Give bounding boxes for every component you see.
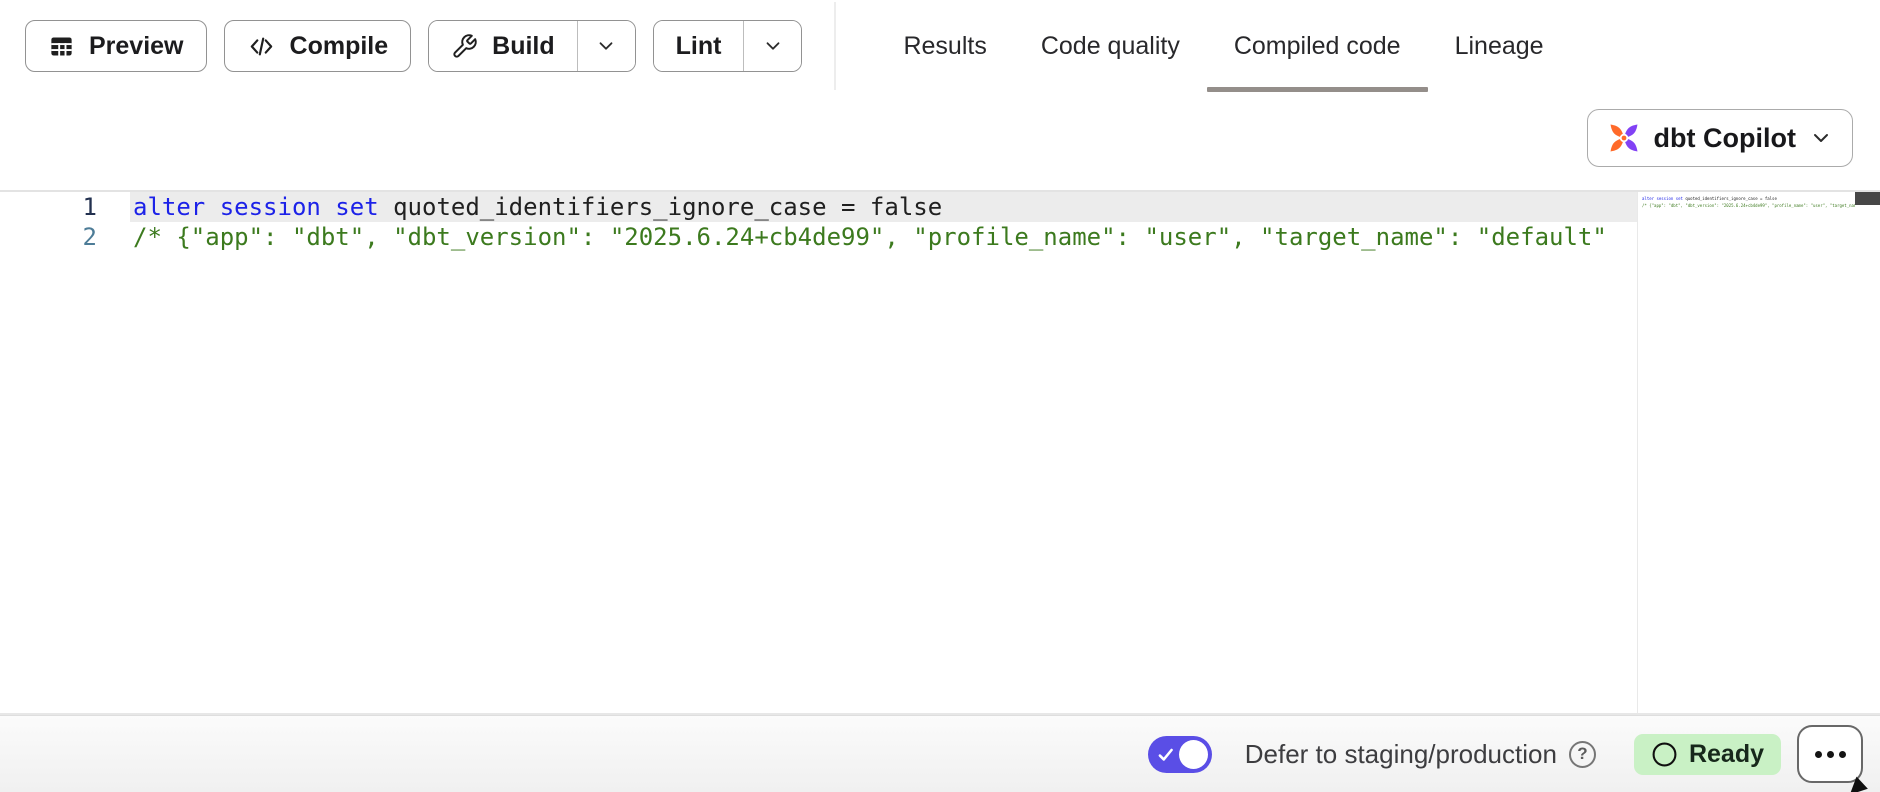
action-buttons: Preview Compile — [25, 20, 802, 72]
tab-lineage[interactable]: Lineage — [1428, 0, 1571, 92]
dbt-copilot-label: dbt Copilot — [1654, 123, 1796, 154]
preview-button-label: Preview — [89, 32, 184, 61]
lint-split-button: Lint — [653, 20, 803, 72]
lint-button-label: Lint — [676, 32, 722, 61]
scrollbar-track[interactable] — [1855, 192, 1880, 713]
tab-code-quality[interactable]: Code quality — [1014, 0, 1207, 92]
code-line[interactable]: 2/* {"app": "dbt", "dbt_version": "2025.… — [0, 222, 1637, 252]
defer-label: Defer to staging/production — [1245, 739, 1557, 770]
code-editor: 1alter session set quoted_identifiers_ig… — [0, 190, 1880, 715]
toggle-knob — [1179, 740, 1208, 769]
compile-button[interactable]: Compile — [224, 20, 412, 72]
defer-toggle[interactable] — [1148, 736, 1212, 773]
dbt-logo-icon — [1607, 121, 1641, 155]
build-split-button: Build — [428, 20, 636, 72]
build-dropdown-button[interactable] — [577, 21, 635, 71]
toolbar-divider — [834, 2, 836, 90]
more-options-button[interactable] — [1797, 725, 1863, 783]
line-number: 2 — [0, 222, 130, 252]
minimap-line: /* {"app": "dbt", "dbt_version": "2025.6… — [1642, 203, 1855, 208]
dbt-ide-panel: Preview Compile — [0, 0, 1880, 792]
code-line[interactable]: 1alter session set quoted_identifiers_ig… — [0, 192, 1637, 222]
lint-button[interactable]: Lint — [654, 21, 744, 71]
tab-compiled-code[interactable]: Compiled code — [1207, 0, 1428, 92]
ready-status-badge: Ready — [1634, 734, 1781, 775]
ellipsis-icon — [1815, 751, 1822, 758]
chevron-down-icon — [1809, 126, 1833, 150]
build-button-label: Build — [492, 32, 555, 61]
code-text: /* {"app": "dbt", "dbt_version": "2025.6… — [130, 222, 1637, 252]
code-content[interactable]: 1alter session set quoted_identifiers_ig… — [0, 192, 1637, 713]
ready-circle-icon — [1651, 741, 1678, 768]
chevron-down-icon — [595, 35, 617, 57]
result-tabs: Results Code quality Compiled code Linea… — [876, 0, 1570, 92]
chevron-down-icon — [762, 35, 784, 57]
build-button[interactable]: Build — [429, 21, 577, 71]
lint-dropdown-button[interactable] — [743, 21, 801, 71]
tab-results[interactable]: Results — [876, 0, 1013, 92]
status-bar: Defer to staging/production ? Ready — [0, 715, 1880, 792]
dbt-copilot-button[interactable]: dbt Copilot — [1587, 109, 1853, 167]
check-icon — [1156, 745, 1176, 765]
code-text: alter session set quoted_identifiers_ign… — [130, 192, 1637, 222]
table-icon — [48, 33, 75, 60]
help-icon[interactable]: ? — [1569, 741, 1596, 768]
minimap-line: alter session set quoted_identifiers_ign… — [1642, 196, 1855, 201]
minimap[interactable]: alter session set quoted_identifiers_ign… — [1637, 192, 1855, 713]
wrench-icon — [451, 33, 478, 60]
code-icon — [247, 32, 276, 61]
scrollbar-thumb[interactable] — [1855, 192, 1880, 205]
editor-toolbar: Preview Compile — [0, 0, 1880, 92]
preview-button[interactable]: Preview — [25, 20, 207, 72]
compile-button-label: Compile — [290, 32, 389, 61]
line-number: 1 — [0, 192, 130, 222]
ready-status-label: Ready — [1689, 740, 1764, 769]
